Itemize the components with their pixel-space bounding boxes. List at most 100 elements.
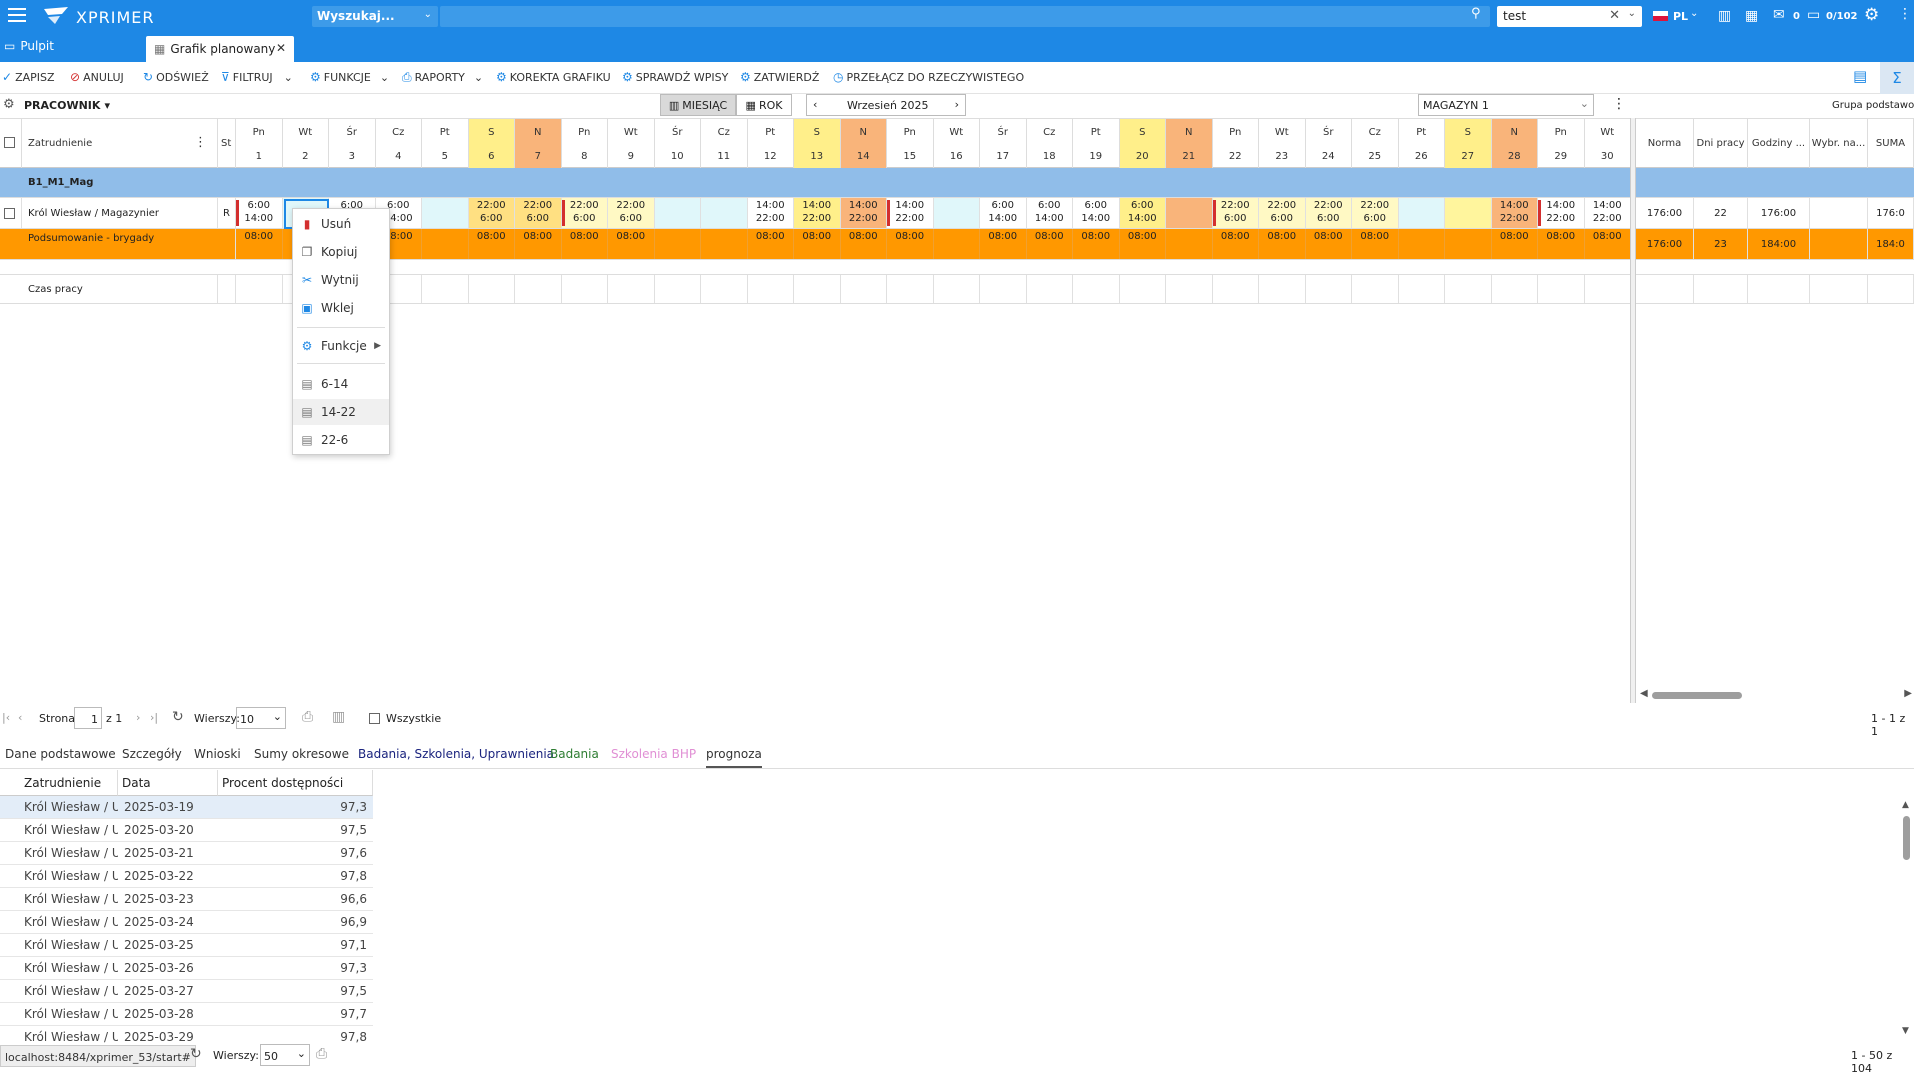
work-time-cell[interactable] <box>980 275 1027 303</box>
vertical-scrollbar[interactable]: ▲ ▼ <box>1898 800 1914 1040</box>
scroll-thumb[interactable] <box>1652 692 1742 699</box>
shift-cell[interactable]: 6:00 14:00 <box>1026 198 1073 228</box>
switch-to-actual-button[interactable]: ◷ PRZEŁĄCZ DO RZECZYWISTEGO <box>833 70 1024 84</box>
day-col-header[interactable]: S 20 <box>1119 119 1166 169</box>
shift-cell[interactable]: 22:00 6:00 <box>1212 198 1259 228</box>
tab-grafik-planowany[interactable]: ▦ Grafik planowany ✕ <box>146 36 294 62</box>
all-checkbox[interactable] <box>369 713 380 724</box>
work-time-cell[interactable] <box>562 275 608 303</box>
work-time-row[interactable]: Czas pracy <box>0 274 1631 304</box>
day-col-header[interactable]: Śr 3 <box>329 119 376 169</box>
shift-cell[interactable] <box>933 198 980 228</box>
page-input[interactable]: 1 <box>74 707 102 729</box>
shift-cell[interactable] <box>422 198 469 228</box>
summary-col-header[interactable]: SUMA <box>1868 119 1914 169</box>
work-time-cell[interactable] <box>887 275 934 303</box>
refresh-icon[interactable]: ↻ <box>172 709 184 725</box>
day-col-header[interactable]: N 21 <box>1166 119 1213 169</box>
shift-cell[interactable]: 14:00 22:00 <box>794 198 841 228</box>
shift-cell[interactable] <box>1166 198 1213 228</box>
horizontal-scrollbar[interactable]: ◀ ▶ <box>1638 688 1914 702</box>
shift-cell[interactable]: 6:00 14:00 <box>1119 198 1166 228</box>
menu-item-paste[interactable]: ▣ Wklej <box>293 295 389 321</box>
shift-cell[interactable]: 14:00 22:00 <box>1538 198 1585 228</box>
select-all-checkbox[interactable] <box>4 137 15 148</box>
day-col-header[interactable]: Pn 15 <box>887 119 934 169</box>
group-row[interactable]: B1_M1_Mag <box>0 168 1630 198</box>
day-col-header[interactable]: Pn 22 <box>1213 119 1259 169</box>
col-header-date[interactable]: Data <box>118 770 218 796</box>
search-icon[interactable]: ⚲ <box>1471 6 1481 21</box>
tab-dane-podstawowe[interactable]: Dane podstawowe <box>5 747 116 761</box>
shift-cell[interactable]: 14:00 22:00 <box>887 198 934 228</box>
work-time-cell[interactable] <box>1213 275 1259 303</box>
shift-cell[interactable]: 14:00 22:00 <box>1491 198 1538 228</box>
menu-item-shift-14-22[interactable]: ▤ 14-22 <box>293 399 389 425</box>
work-time-cell[interactable] <box>1399 275 1445 303</box>
shift-cell[interactable]: 22:00 6:00 <box>1352 198 1399 228</box>
approve-button[interactable]: ⚙ ZATWIERDŹ <box>740 70 819 84</box>
schedule-correction-button[interactable]: ⚙ KOREKTA GRAFIKU <box>496 70 611 84</box>
day-col-header[interactable]: Cz 4 <box>376 119 422 169</box>
work-time-cell[interactable] <box>608 275 655 303</box>
summary-col-header[interactable]: Wybr. na... <box>1810 119 1868 169</box>
day-col-header[interactable]: Cz 25 <box>1352 119 1399 169</box>
chart-icon[interactable]: ▥ <box>332 709 345 725</box>
shift-cell[interactable]: 22:00 6:00 <box>468 198 515 228</box>
work-time-cell[interactable] <box>701 275 748 303</box>
table-row[interactable]: Król Wiesław / UF 2025-03-24 96,9 <box>0 911 373 934</box>
shift-cell[interactable]: 14:00 22:00 <box>840 198 887 228</box>
shift-cell[interactable]: 22:00 6:00 <box>1305 198 1352 228</box>
work-time-cell[interactable] <box>841 275 887 303</box>
scroll-thumb[interactable] <box>1903 816 1910 860</box>
tab-sumy-okresowe[interactable]: Sumy okresowe <box>254 747 349 761</box>
row-checkbox[interactable] <box>4 208 15 219</box>
work-time-cell[interactable] <box>515 275 562 303</box>
more-vertical-icon[interactable]: ⋮ <box>194 135 207 150</box>
gear-icon[interactable]: ⚙ <box>3 97 15 112</box>
menu-item-shift-22-6[interactable]: ▤ 22-6 <box>293 427 389 453</box>
printer-icon[interactable]: ⎙ <box>316 1046 327 1062</box>
work-time-cell[interactable] <box>1166 275 1213 303</box>
shift-cell[interactable]: 14:00 22:00 <box>1584 198 1631 228</box>
st-col-header[interactable]: St <box>218 119 236 169</box>
hamburger-menu-icon[interactable] <box>8 8 26 22</box>
row-select-cell[interactable] <box>0 198 22 228</box>
prev-period-icon[interactable]: ‹ <box>813 98 817 111</box>
filter-button[interactable]: ⊽ FILTRUJ ⌄ <box>221 70 293 84</box>
work-time-cell[interactable] <box>1538 275 1585 303</box>
layout-icon[interactable]: ▤ <box>1853 67 1867 85</box>
reports-button[interactable]: ⎙ RAPORTY ⌄ <box>402 70 483 85</box>
shift-cell[interactable] <box>1445 198 1492 228</box>
barcode-icon[interactable]: ▥ <box>1718 8 1731 24</box>
tab-szczegoly[interactable]: Szczegóły <box>122 747 182 761</box>
filter-input[interactable]: test ✕ ⌄ <box>1497 6 1642 27</box>
day-col-header[interactable]: Pt 19 <box>1073 119 1120 169</box>
global-search-input[interactable] <box>440 6 1490 27</box>
menu-item-cut[interactable]: ✂ Wytnij <box>293 267 389 293</box>
select-all-cell[interactable] <box>0 119 22 169</box>
view-month-button[interactable]: ▥ MIESIĄC <box>660 94 736 116</box>
work-time-cell[interactable] <box>1585 275 1631 303</box>
view-year-button[interactable]: ▦ ROK <box>736 94 792 116</box>
next-period-icon[interactable]: › <box>955 98 959 111</box>
shift-cell[interactable] <box>654 198 701 228</box>
day-col-header[interactable]: Śr 17 <box>980 119 1027 169</box>
menu-item-delete[interactable]: ▮ Usuń <box>293 211 389 237</box>
day-col-header[interactable]: Cz 11 <box>701 119 748 169</box>
menu-item-shift-6-14[interactable]: ▤ 6-14 <box>293 371 389 397</box>
refresh-icon[interactable]: ↻ <box>190 1046 202 1062</box>
work-time-cell[interactable] <box>469 275 515 303</box>
flag-pl-icon[interactable] <box>1653 11 1668 21</box>
shift-cell[interactable] <box>701 198 748 228</box>
check-entries-button[interactable]: ⚙ SPRAWDŹ WPISY <box>622 70 728 84</box>
work-time-cell[interactable] <box>236 275 283 303</box>
shift-cell[interactable]: 6:00 14:00 <box>236 198 283 228</box>
table-row[interactable]: Król Wiesław / UF 2025-03-28 97,7 <box>0 1003 373 1026</box>
work-time-cell[interactable] <box>1073 275 1120 303</box>
refresh-button[interactable]: ↻ ODŚWIEŻ <box>143 70 209 84</box>
sigma-button[interactable]: Σ <box>1880 62 1914 94</box>
table-row[interactable]: Król Wiesław / UF 2025-03-27 97,5 <box>0 980 373 1003</box>
day-col-header[interactable]: Pt 26 <box>1399 119 1445 169</box>
gear-icon[interactable]: ⚙ <box>1864 5 1879 25</box>
